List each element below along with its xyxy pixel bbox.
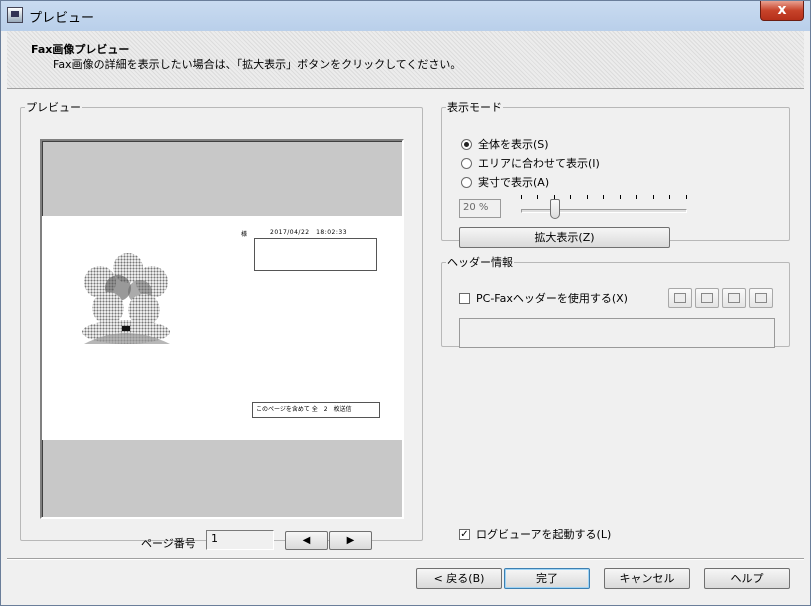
business-card-icon[interactable] <box>695 288 719 308</box>
footer-divider <box>7 558 804 560</box>
page-number-label: ページ番号 <box>141 537 196 550</box>
use-header-checkbox[interactable] <box>459 292 470 304</box>
preview-group: プレビュー 様 2017/04/22 18:02:33 このページを含めて 全 … <box>20 99 423 550</box>
slider-tick <box>537 195 538 199</box>
slider-tick <box>636 195 637 199</box>
display-mode-group: 表示モード 全体を表示(S) エリアに合わせて表示(I) 実寸で表示(A) 20… <box>441 99 790 248</box>
radio-button[interactable] <box>461 157 472 169</box>
display-mode-label: 表示モード <box>447 101 502 114</box>
slider-tick <box>686 195 687 199</box>
zoom-slider-track[interactable] <box>521 209 687 213</box>
slider-tick <box>570 195 571 199</box>
fax-illustration <box>82 253 170 344</box>
header-info-group: ヘッダー情報 PC-Faxヘッダーを使用する(X) <box>441 254 790 348</box>
calendar-icon[interactable] <box>668 288 692 308</box>
back-button[interactable]: < 戻る(B) <box>416 568 502 589</box>
fax-recipient-label: 様 <box>241 231 248 238</box>
previous-page-button[interactable]: ◀ <box>285 531 328 550</box>
zoom-slider-thumb[interactable] <box>550 199 560 219</box>
title-bar[interactable]: プレビュー x <box>1 1 810 30</box>
app-icon <box>7 7 23 23</box>
zoom-button[interactable]: 拡大表示(Z) <box>459 227 670 248</box>
fax-page-footer: このページを含めて 全 2 枚送信 <box>252 402 380 418</box>
fax-page: 様 2017/04/22 18:02:33 このページを含めて 全 2 枚送信 <box>42 216 402 440</box>
launch-log-viewer-label: ログビューアを起動する(L) <box>476 528 612 541</box>
launch-log-viewer-checkbox[interactable]: ✓ <box>459 528 470 540</box>
radio-button[interactable] <box>461 176 472 188</box>
radio-label: 実寸で表示(A) <box>478 176 550 189</box>
fax-preview-image: 様 2017/04/22 18:02:33 このページを含めて 全 2 枚送信 <box>40 139 404 519</box>
use-header-checkbox-row[interactable]: PC-Faxヘッダーを使用する(X) <box>459 290 628 306</box>
wizard-header: Fax画像プレビュー Fax画像の詳細を表示したい場合は、「拡大表示」ボタンをク… <box>7 31 804 89</box>
header-info-label: ヘッダー情報 <box>447 256 513 269</box>
fax-machine-icon[interactable] <box>722 288 746 308</box>
header-description: Fax画像の詳細を表示したい場合は、「拡大表示」ボタンをクリックしてください。 <box>53 58 462 71</box>
close-button[interactable]: x <box>760 1 804 21</box>
page-number-field[interactable]: 1 <box>206 530 274 550</box>
radio-fit-whole[interactable]: 全体を表示(S) <box>461 136 549 152</box>
radio-label: エリアに合わせて表示(I) <box>478 157 600 170</box>
preview-window: プレビュー x Fax画像プレビュー Fax画像の詳細を表示したい場合は、「拡大… <box>0 0 811 606</box>
cancel-button[interactable]: キャンセル <box>604 568 690 589</box>
preview-group-label: プレビュー <box>26 101 81 114</box>
header-title: Fax画像プレビュー <box>31 43 130 56</box>
fax-recipient-box <box>254 238 377 271</box>
zoom-value-field: 20 % <box>459 199 501 218</box>
slider-tick <box>603 195 604 199</box>
radio-label: 全体を表示(S) <box>478 138 549 151</box>
use-header-label: PC-Faxヘッダーを使用する(X) <box>476 292 628 305</box>
window-title: プレビュー <box>29 11 95 26</box>
help-button[interactable]: ヘルプ <box>704 568 790 589</box>
slider-tick <box>620 195 621 199</box>
radio-fit-area[interactable]: エリアに合わせて表示(I) <box>461 155 600 171</box>
slider-tick <box>669 195 670 199</box>
slider-tick <box>587 195 588 199</box>
radio-button[interactable] <box>461 138 472 150</box>
launch-log-viewer-row[interactable]: ✓ ログビューアを起動する(L) <box>459 526 611 542</box>
header-text-field <box>459 318 775 348</box>
slider-tick <box>521 195 522 199</box>
book-icon[interactable] <box>749 288 773 308</box>
slider-tick <box>653 195 654 199</box>
next-page-button[interactable]: ▶ <box>329 531 372 550</box>
radio-actual-size[interactable]: 実寸で表示(A) <box>461 174 549 190</box>
finish-button[interactable]: 完了 <box>504 568 590 589</box>
fax-datetime: 2017/04/22 18:02:33 <box>270 229 348 236</box>
